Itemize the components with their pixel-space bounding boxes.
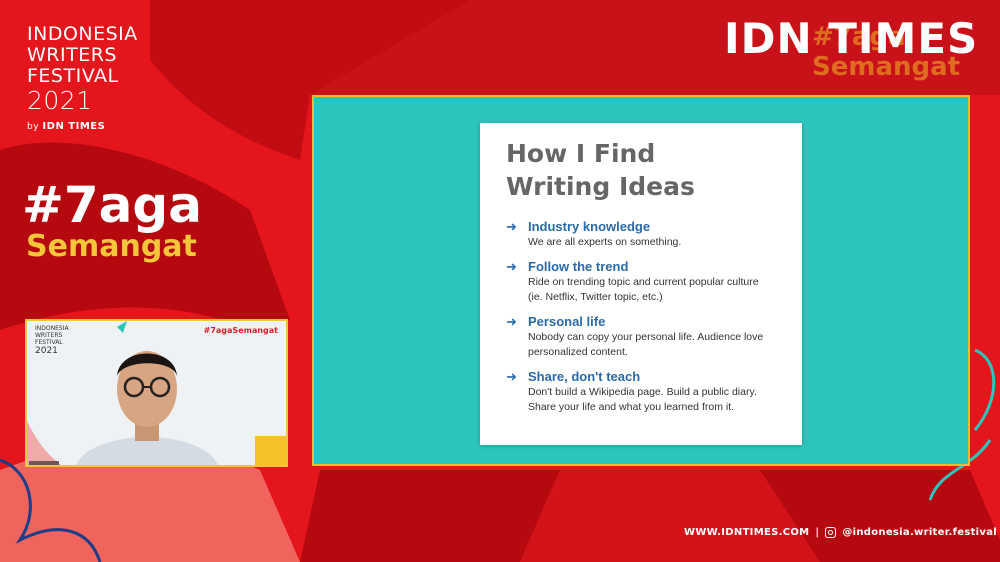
idn-times-logo: IDN TIMES bbox=[724, 14, 979, 63]
point-description: Ride on trending topic and current popul… bbox=[528, 276, 759, 303]
point-description: Nobody can copy your personal life. Audi… bbox=[528, 331, 764, 358]
footer: WWW.IDNTIMES.COM | @indonesia.writer.fes… bbox=[684, 527, 997, 538]
website-link[interactable]: WWW.IDNTIMES.COM bbox=[684, 527, 809, 538]
point-description: We are all experts on something. bbox=[528, 236, 682, 248]
webcam-line2: WRITERS bbox=[35, 332, 63, 339]
point-heading: Share, don't teach bbox=[528, 369, 641, 384]
point-heading: Industry knowledge bbox=[528, 219, 651, 234]
point-heading: Personal life bbox=[528, 314, 606, 329]
arrow-right-icon: ➜ bbox=[506, 259, 517, 274]
slide-title: How I Find Writing Ideas bbox=[506, 137, 776, 203]
webcam-hashtag: #7agaSemangat bbox=[203, 326, 278, 335]
festival-by: by IDN TIMES bbox=[27, 121, 138, 133]
footer-separator: | bbox=[815, 527, 820, 538]
instagram-icon bbox=[825, 527, 837, 538]
festival-line3: FESTIVAL bbox=[27, 65, 119, 87]
slide-point: ➜ Follow the trend Ride on trending topi… bbox=[506, 259, 776, 305]
slide-frame: How I Find Writing Ideas ➜ Industry know… bbox=[312, 95, 970, 466]
arrow-right-icon: ➜ bbox=[506, 314, 517, 329]
hashtag-title: #7aga bbox=[22, 176, 202, 234]
festival-line1: INDONESIA bbox=[27, 23, 138, 45]
slide-point: ➜ Industry knowledge We are all experts … bbox=[506, 219, 776, 250]
slide-point: ➜ Personal life Nobody can copy your per… bbox=[506, 314, 776, 360]
arrow-right-icon: ➜ bbox=[506, 369, 517, 384]
slide-point: ➜ Share, don't teach Don't build a Wikip… bbox=[506, 369, 776, 415]
festival-line2: WRITERS bbox=[27, 44, 117, 66]
webcam-feed: INDONESIA WRITERS FESTIVAL 2021 #7agaSem… bbox=[25, 319, 288, 467]
by-brand: IDN TIMES bbox=[42, 121, 106, 132]
point-description: Don't build a Wikipedia page. Build a pu… bbox=[528, 386, 757, 413]
webcam-line3: FESTIVAL bbox=[35, 339, 63, 346]
slide-card: How I Find Writing Ideas ➜ Industry know… bbox=[480, 123, 802, 445]
festival-year: 2021 bbox=[27, 86, 93, 115]
by-label: by bbox=[27, 122, 40, 132]
slide-title-line1: How I Find bbox=[506, 139, 656, 168]
slide-title-line2: Writing Ideas bbox=[506, 172, 695, 201]
webcam-year: 2021 bbox=[35, 346, 58, 356]
webcam-festival-logo: INDONESIA WRITERS FESTIVAL 2021 bbox=[35, 325, 69, 356]
arrow-right-icon: ➜ bbox=[506, 219, 517, 234]
festival-logo: INDONESIA WRITERS FESTIVAL 2021 by IDN T… bbox=[27, 24, 138, 133]
webcam-line1: INDONESIA bbox=[35, 325, 69, 332]
instagram-handle[interactable]: @indonesia.writer.festival bbox=[842, 527, 997, 538]
point-heading: Follow the trend bbox=[528, 259, 629, 274]
hashtag-subtitle: Semangat bbox=[26, 229, 197, 264]
